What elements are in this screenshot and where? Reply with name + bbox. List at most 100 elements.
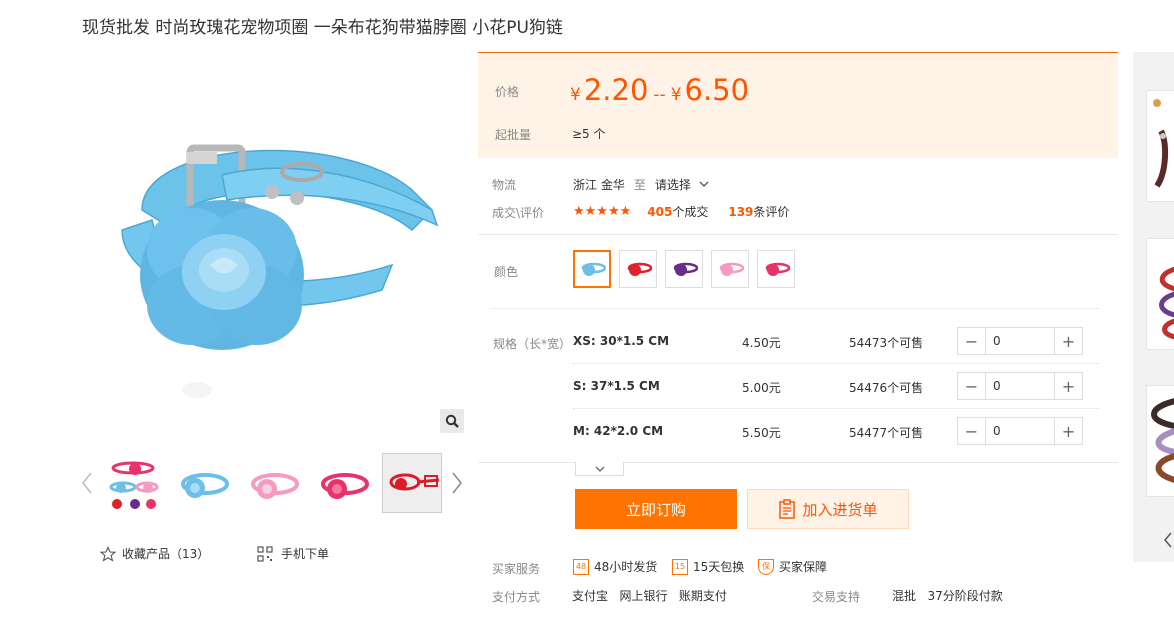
quantity-input[interactable] [986, 328, 1054, 354]
clipboard-icon [779, 499, 796, 519]
spec-price: 5.50元 [742, 426, 781, 440]
favorite-button[interactable]: 收藏产品（13） [100, 545, 209, 562]
buy-now-button[interactable]: 立即订购 [575, 489, 737, 529]
thumbnail-4[interactable] [312, 453, 372, 513]
add-to-cart-button[interactable]: 加入进货单 [747, 489, 909, 529]
destination-select[interactable]: 请选择 [655, 176, 709, 193]
spec-name: M: 42*2.0 CM [573, 424, 664, 438]
service-text: 48小时发货 [594, 560, 658, 574]
color-swatch-blue[interactable] [573, 250, 611, 288]
chevron-left-icon [1164, 532, 1172, 548]
color-swatch-rose[interactable] [757, 250, 795, 288]
spec-stock: 54477个可售 [849, 426, 924, 440]
divider [573, 363, 1099, 364]
expand-specs-button[interactable] [575, 462, 624, 476]
currency-symbol: ¥ [670, 85, 682, 105]
price-separator: -- [653, 85, 666, 105]
thumbnail-5[interactable] [382, 453, 442, 513]
decrement-button[interactable]: − [958, 373, 986, 399]
increment-button[interactable]: + [1054, 328, 1082, 354]
rating-stars: ★★★★★ [573, 204, 632, 219]
recommended-item[interactable] [1146, 238, 1174, 350]
moq-value: ≥5 个 [572, 127, 606, 141]
recommended-item[interactable] [1146, 90, 1174, 202]
quantity-stepper: − + [957, 327, 1083, 355]
reviews-label: 成交\评价 [492, 206, 545, 220]
logistics-info: 浙江 金华 至 请选择 [573, 176, 709, 193]
moq-label: 起批量 [495, 128, 532, 142]
spec-row-s: S: 37*1.5 CM 5.00元 54476个可售 − + [573, 372, 1083, 402]
price-min: 2.20 [583, 73, 649, 107]
add-to-cart-label: 加入进货单 [802, 500, 878, 519]
payment-methods: 支付宝 网上银行 账期支付 [572, 589, 727, 603]
service-text: 15天包换 [693, 560, 745, 574]
ship-48h-icon: 48 [573, 558, 589, 575]
price-range: ¥ 2.20 -- ¥ 6.50 [570, 73, 749, 107]
thumbnail-1[interactable] [102, 453, 162, 513]
spec-row-xs: XS: 30*1.5 CM 4.50元 54473个可售 − + [573, 327, 1083, 357]
quantity-input[interactable] [986, 418, 1054, 444]
increment-button[interactable]: + [1054, 373, 1082, 399]
chevron-down-icon [595, 466, 604, 472]
color-swatch-red[interactable] [619, 250, 657, 288]
quantity-input[interactable] [986, 373, 1054, 399]
price-panel: 价格 ¥ 2.20 -- ¥ 6.50 起批量 ≥5 个 [478, 52, 1118, 158]
star-outline-icon [100, 545, 116, 562]
divider [478, 234, 1118, 235]
spec-name: S: 37*1.5 CM [573, 379, 660, 393]
destination-select-text: 请选择 [654, 178, 691, 192]
services-label: 买家服务 [492, 562, 541, 576]
color-swatch-purple[interactable] [665, 250, 703, 288]
spec-price: 5.00元 [742, 381, 781, 395]
thumb-prev-arrow[interactable] [80, 470, 94, 496]
trade-support-label: 交易支持 [812, 590, 861, 604]
product-title: 现货批发 时尚玫瑰花宠物项圈 一朵布花狗带猫脖圈 小花PU狗链 [82, 18, 563, 38]
trade-support-value: 混批 37分阶段付款 [892, 589, 1003, 603]
quantity-stepper: − + [957, 417, 1083, 445]
deals-link[interactable]: 405个成交 [647, 203, 708, 220]
currency-symbol: ¥ [570, 85, 581, 105]
chevron-down-icon [699, 181, 709, 187]
decrement-button[interactable]: − [958, 418, 986, 444]
chevron-left-icon [82, 472, 92, 494]
divider [573, 408, 1099, 409]
magnifier-icon [445, 414, 459, 428]
favorite-label: 收藏产品（13） [122, 547, 210, 561]
divider [492, 308, 1099, 309]
review-count: 139 [728, 205, 754, 219]
recommended-item[interactable] [1146, 385, 1174, 497]
mobile-order-label: 手机下单 [281, 547, 330, 561]
logistics-label: 物流 [492, 178, 517, 192]
spec-stock: 54473个可售 [849, 336, 924, 350]
to-word: 至 [633, 178, 646, 192]
deals-count: 405 [647, 205, 673, 219]
mobile-order-button[interactable]: 手机下单 [257, 545, 329, 562]
exchange-15d-icon: 15 [672, 558, 688, 575]
thumb-next-arrow[interactable] [450, 470, 464, 496]
service-48h: 48 48小时发货 [573, 558, 657, 575]
spec-label: 规格（长*宽） [493, 337, 572, 351]
color-swatch-pink[interactable] [711, 250, 749, 288]
qrcode-icon [257, 545, 273, 562]
reviews-link[interactable]: 139条评价 [728, 203, 789, 220]
color-label: 颜色 [494, 265, 519, 279]
spec-row-m: M: 42*2.0 CM 5.50元 54477个可售 − + [573, 417, 1083, 447]
spec-stock: 54476个可售 [849, 381, 924, 395]
decrement-button[interactable]: − [958, 328, 986, 354]
zoom-button[interactable] [440, 409, 464, 433]
increment-button[interactable]: + [1054, 418, 1082, 444]
payment-label: 支付方式 [492, 590, 541, 604]
ship-from: 浙江 金华 [573, 178, 625, 192]
thumbnail-2[interactable] [172, 453, 232, 513]
thumbnail-strip [102, 453, 442, 513]
price-label: 价格 [495, 85, 520, 99]
main-product-image[interactable] [82, 60, 467, 435]
reviews-info: ★★★★★ 405个成交 139条评价 [573, 203, 789, 220]
thumbnail-3[interactable] [242, 453, 302, 513]
color-swatches [573, 250, 795, 288]
chevron-right-icon [452, 472, 462, 494]
price-max: 6.50 [684, 73, 750, 107]
service-15d: 15 15天包换 [672, 558, 744, 575]
shield-icon: 保 [758, 558, 774, 575]
sidebar-prev-arrow[interactable] [1160, 530, 1174, 550]
